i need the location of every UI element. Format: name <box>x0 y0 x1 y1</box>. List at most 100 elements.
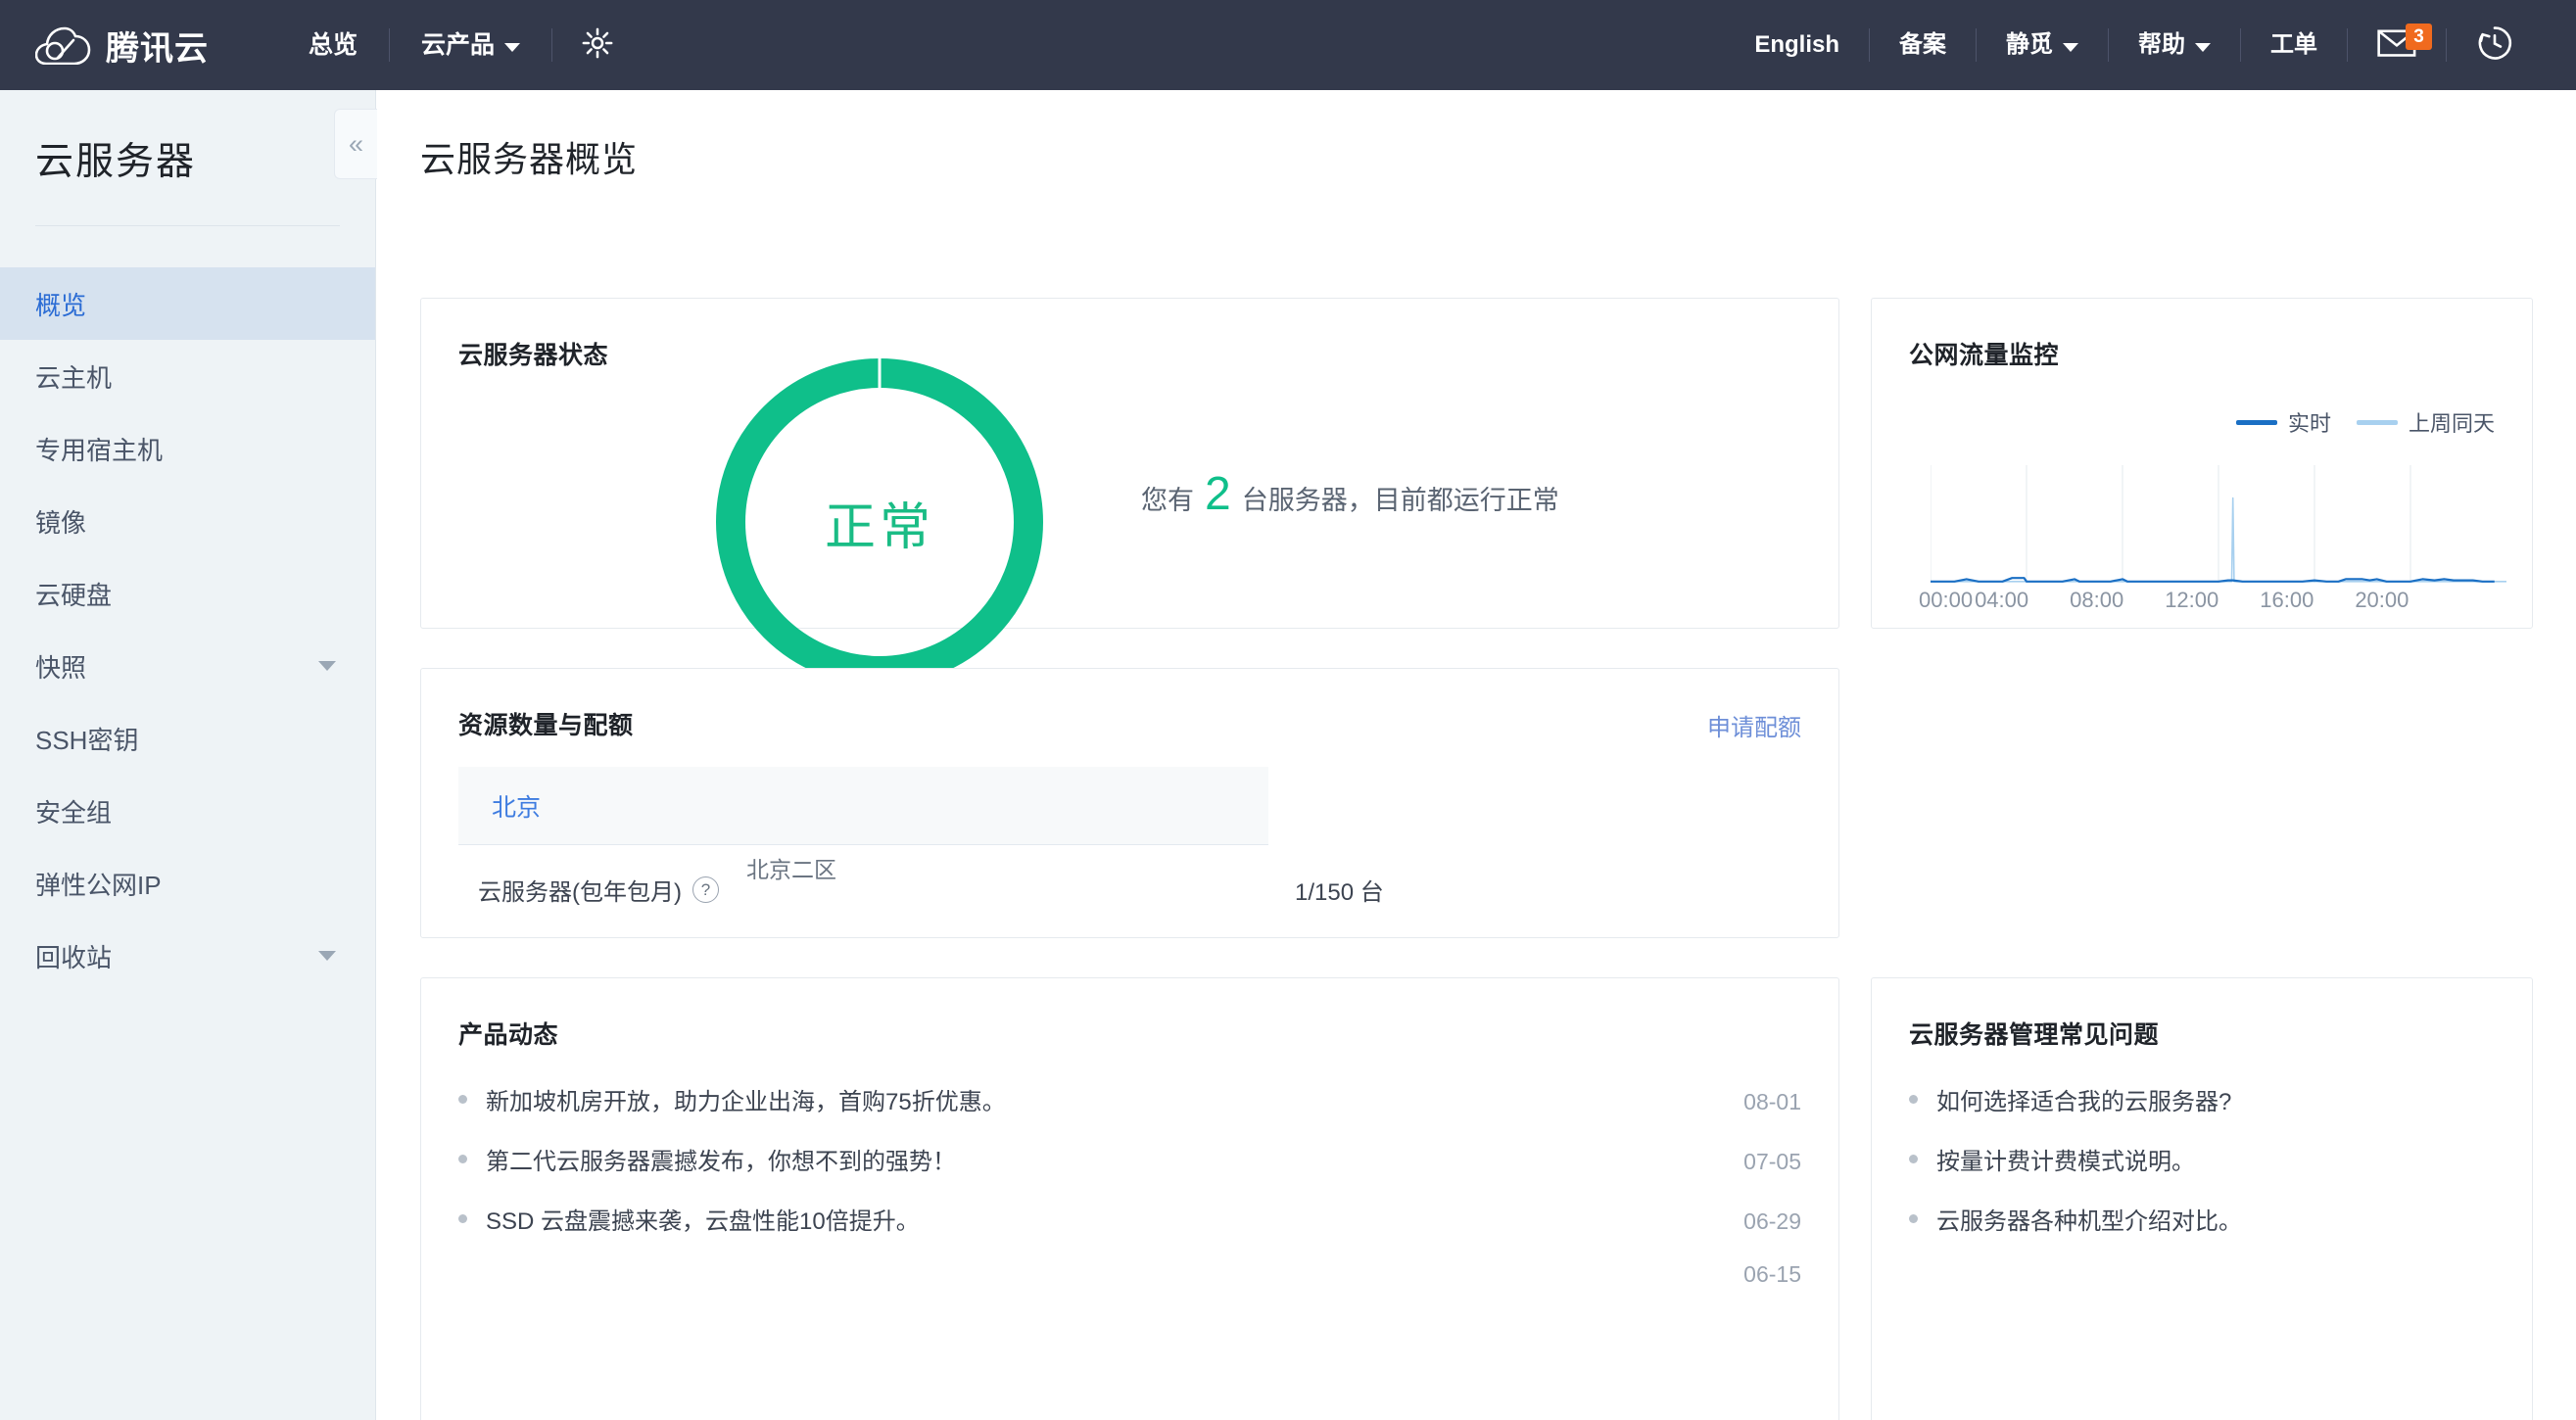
list-item[interactable]: 06-15 <box>458 1261 1801 1321</box>
list-item[interactable]: 按量计费计费模式说明。 <box>1909 1142 2495 1202</box>
gear-icon <box>582 27 613 64</box>
card-title: 产品动态 <box>458 1016 558 1051</box>
sidebar-title: 云服务器 <box>0 90 375 186</box>
bullet-icon <box>458 1267 467 1276</box>
sidebar-item-label: SSH密钥 <box>35 721 138 757</box>
question-mark-icon[interactable]: ? <box>692 876 719 903</box>
sidebar-divider <box>35 225 340 226</box>
public-network-traffic-card: 公网流量监控 实时 上周同天 00:0004:0008:0012:0016:00… <box>1871 298 2533 629</box>
main-content: 云服务器概览 云服务器状态 正常 您有 2 台服务器，目前都运行正常 公网流量监… <box>377 90 2576 1420</box>
resource-quota-card: 资源数量与配额 申请配额 北京 云服务器(包年包月) ? 北京二区 1/150 … <box>420 668 1839 938</box>
chevron-down-icon <box>318 661 336 671</box>
legend-swatch-icon <box>2236 420 2277 425</box>
sidebar: 云服务器 « 概览 云主机 专用宿主机 镜像 云硬盘 快照 SSH密钥 安全组 <box>0 90 376 1420</box>
bullet-icon <box>1909 1095 1918 1104</box>
product-news-list: 新加坡机房开放，助力企业出海，首购75折优惠。 08-01 第二代云服务器震撼发… <box>458 1082 1801 1321</box>
sidebar-item-label: 云主机 <box>35 358 112 395</box>
bullet-icon <box>458 1155 467 1163</box>
sidebar-item-images[interactable]: 镜像 <box>0 485 375 557</box>
sidebar-item-overview[interactable]: 概览 <box>0 267 375 340</box>
settings-button[interactable] <box>552 27 643 64</box>
faq-list: 如何选择适合我的云服务器? 按量计费计费模式说明。 云服务器各种机型介绍对比。 <box>1909 1082 2495 1261</box>
chevron-down-icon <box>504 43 520 52</box>
quota-row-label: 云服务器(包年包月) <box>478 873 682 907</box>
tencent-cloud-logo-icon <box>35 25 92 65</box>
messages-button[interactable]: 3 <box>2348 27 2446 64</box>
nav-item-english[interactable]: English <box>1725 25 1869 65</box>
x-tick-4: 16:00 <box>2260 588 2314 613</box>
sidebar-item-label: 安全组 <box>35 793 112 829</box>
news-date: 07-05 <box>1743 1149 1801 1175</box>
page-title: 云服务器概览 <box>377 90 2576 182</box>
sidebar-item-label: 概览 <box>35 286 86 322</box>
nav-item-overview[interactable]: 总览 <box>277 25 389 65</box>
sidebar-item-recycle-bin[interactable]: 回收站 <box>0 920 375 992</box>
nav-item-help-label: 帮助 <box>2138 25 2185 65</box>
list-item[interactable]: 云服务器各种机型介绍对比。 <box>1909 1202 2495 1261</box>
nav-item-tickets[interactable]: 工单 <box>2241 25 2347 65</box>
history-clock-icon <box>2476 24 2513 67</box>
sidebar-item-dedicated-host[interactable]: 专用宿主机 <box>0 412 375 485</box>
news-text[interactable]: 新加坡机房开放，助力企业出海，首购75折优惠。 <box>486 1082 1006 1116</box>
nav-item-cloud-products[interactable]: 云产品 <box>390 25 551 65</box>
nav-item-cloud-products-label: 云产品 <box>421 25 495 65</box>
server-status-card: 云服务器状态 正常 您有 2 台服务器，目前都运行正常 <box>420 298 1839 629</box>
history-button[interactable] <box>2447 24 2543 67</box>
x-tick-0: 00:00 <box>1919 588 1973 613</box>
news-date: 06-15 <box>1743 1261 1801 1288</box>
sidebar-item-ssh-keys[interactable]: SSH密钥 <box>0 702 375 775</box>
sidebar-item-cloud-disk[interactable]: 云硬盘 <box>0 557 375 630</box>
apply-quota-link[interactable]: 申请配额 <box>1707 708 1801 742</box>
donut-center-label: 正常 <box>703 346 1056 698</box>
legend-item-last-week[interactable]: 上周同天 <box>2357 406 2495 438</box>
primary-nav: 总览 云产品 <box>277 0 643 90</box>
news-text[interactable]: SSD 云盘震撼来袭，云盘性能10倍提升。 <box>486 1202 920 1236</box>
faq-card: 云服务器管理常见问题 如何选择适合我的云服务器? 按量计费计费模式说明。 云服务… <box>1871 977 2533 1420</box>
brand-logo[interactable]: 腾讯云 <box>35 22 209 70</box>
server-status-summary: 您有 2 台服务器，目前都运行正常 <box>1141 467 1559 521</box>
sidebar-item-snapshots[interactable]: 快照 <box>0 630 375 702</box>
card-title: 公网流量监控 <box>1909 336 2059 371</box>
sidebar-item-instances[interactable]: 云主机 <box>0 340 375 412</box>
nav-item-tickets-label: 工单 <box>2270 25 2317 65</box>
nav-item-account[interactable]: 静觅 <box>1977 25 2108 65</box>
sidebar-collapse-button[interactable]: « <box>334 109 377 179</box>
traffic-line-chart <box>1931 465 2506 583</box>
faq-text[interactable]: 如何选择适合我的云服务器? <box>1936 1082 2231 1116</box>
status-text-prefix: 您有 <box>1141 479 1194 517</box>
status-text-suffix: 台服务器，目前都运行正常 <box>1242 479 1559 517</box>
quota-zone-label: 北京二区 <box>746 851 836 884</box>
bullet-icon <box>458 1214 467 1223</box>
list-item[interactable]: 新加坡机房开放，助力企业出海，首购75折优惠。 08-01 <box>458 1082 1801 1142</box>
faq-text[interactable]: 按量计费计费模式说明。 <box>1936 1142 2195 1176</box>
nav-item-english-label: English <box>1754 25 1839 65</box>
sidebar-item-elastic-ip[interactable]: 弹性公网IP <box>0 847 375 920</box>
news-date: 06-29 <box>1743 1208 1801 1235</box>
sidebar-item-label: 专用宿主机 <box>35 431 163 467</box>
region-tab-label: 北京 <box>492 788 541 824</box>
sidebar-item-security-groups[interactable]: 安全组 <box>0 775 375 847</box>
quota-value-label: 1/150 台 <box>1295 873 1384 907</box>
faq-text[interactable]: 云服务器各种机型介绍对比。 <box>1936 1202 2242 1236</box>
chevron-down-icon <box>318 951 336 961</box>
nav-item-account-label: 静觅 <box>2006 25 2053 65</box>
list-item[interactable]: 第二代云服务器震撼发布，你想不到的强势！ 07-05 <box>458 1142 1801 1202</box>
x-tick-1: 04:00 <box>1975 588 2028 613</box>
bullet-icon <box>1909 1155 1918 1163</box>
nav-item-help[interactable]: 帮助 <box>2109 25 2240 65</box>
brand-name: 腾讯云 <box>106 22 209 70</box>
card-title: 云服务器管理常见问题 <box>1909 1016 2159 1051</box>
list-item[interactable]: 如何选择适合我的云服务器? <box>1909 1082 2495 1142</box>
x-tick-2: 08:00 <box>2070 588 2123 613</box>
region-tab-beijing[interactable]: 北京 <box>458 767 1268 845</box>
message-count-badge: 3 <box>2406 24 2432 50</box>
news-text[interactable]: 第二代云服务器震撼发布，你想不到的强势！ <box>486 1142 956 1176</box>
list-item[interactable]: SSD 云盘震撼来袭，云盘性能10倍提升。 06-29 <box>458 1202 1801 1261</box>
chevron-down-icon <box>2063 43 2078 52</box>
sidebar-item-label: 云硬盘 <box>35 576 112 612</box>
legend-item-realtime[interactable]: 实时 <box>2236 406 2331 438</box>
sidebar-nav: 概览 云主机 专用宿主机 镜像 云硬盘 快照 SSH密钥 安全组 弹性公网IP … <box>0 267 375 992</box>
sidebar-item-label: 镜像 <box>35 503 86 540</box>
chevron-down-icon <box>2195 43 2211 52</box>
nav-item-icp-filing[interactable]: 备案 <box>1870 25 1976 65</box>
